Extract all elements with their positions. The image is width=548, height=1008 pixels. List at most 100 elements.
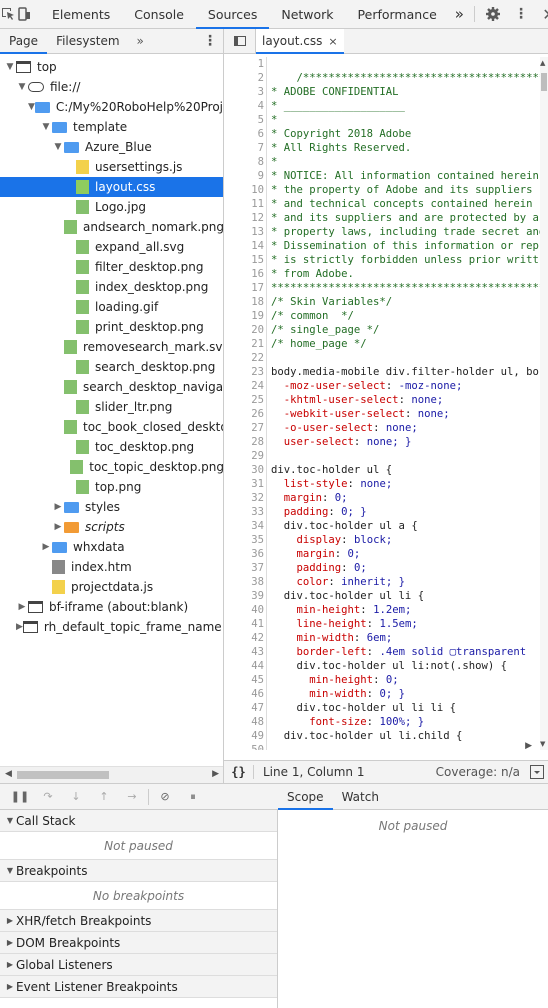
toggle-debugger-icon[interactable] <box>530 765 544 779</box>
expand-arrow-down-icon[interactable]: ▼ <box>52 142 64 152</box>
css-property: min-height <box>271 674 374 686</box>
line-number: 46 <box>251 688 264 700</box>
tree-item[interactable]: index_desktop.png <box>0 277 223 297</box>
expand-arrow-right-icon[interactable]: ▶ <box>52 522 64 532</box>
toggle-navigator-icon[interactable] <box>224 29 256 53</box>
tree-item[interactable]: toc_topic_desktop.png <box>0 457 223 477</box>
tree-item[interactable]: usersettings.js <box>0 157 223 177</box>
tree-item[interactable]: ▶ scripts <box>0 517 223 537</box>
step-into-icon[interactable]: ↓ <box>62 790 90 803</box>
tab-watch[interactable]: Watch <box>333 784 388 809</box>
tab-elements[interactable]: Elements <box>40 0 122 28</box>
tree-item[interactable]: expand_all.svg <box>0 237 223 257</box>
customize-menu-icon[interactable]: ⋮ <box>507 0 535 28</box>
tree-item[interactable]: projectdata.js <box>0 577 223 597</box>
expand-arrow-down-icon[interactable]: ▼ <box>28 102 35 112</box>
expand-arrow-icon[interactable]: ▶ <box>4 916 16 925</box>
tree-item[interactable]: ▼ C:/My%20RoboHelp%20Projec <box>0 97 223 117</box>
tree-item[interactable]: ▼ template <box>0 117 223 137</box>
expand-arrow-icon[interactable]: ▶ <box>4 938 16 947</box>
step-out-icon[interactable]: ↑ <box>90 790 118 803</box>
tree-item[interactable]: print_desktop.png <box>0 317 223 337</box>
tree-item[interactable]: ▼ Azure_Blue <box>0 137 223 157</box>
line-content: * and its suppliers and are protected by… <box>271 212 539 224</box>
device-toolbar-icon[interactable] <box>16 0 32 28</box>
tree-item[interactable]: top.png <box>0 477 223 497</box>
tree-item[interactable]: andsearch_nomark.png <box>0 217 223 237</box>
css-property: padding <box>271 506 329 518</box>
scrollbar-thumb[interactable] <box>541 73 547 91</box>
tree-item[interactable]: search_desktop_navigati <box>0 377 223 397</box>
tree-item[interactable]: ▶ styles <box>0 497 223 517</box>
settings-gear-icon[interactable] <box>479 0 507 28</box>
tab-console[interactable]: Console <box>122 0 196 28</box>
scroll-down-icon[interactable]: ▼ <box>540 740 545 748</box>
tab-scope[interactable]: Scope <box>278 784 333 810</box>
editor-vertical-scrollbar[interactable]: ▲ ▼ <box>540 57 548 750</box>
scrollbar-thumb[interactable] <box>17 771 109 779</box>
scroll-right-icon[interactable]: ▶ <box>212 769 219 779</box>
tree-item[interactable]: ▶ rh_default_topic_frame_name (Fir <box>0 617 223 637</box>
close-devtools-icon[interactable]: ✕ <box>535 0 548 28</box>
tree-item[interactable]: slider_ltr.png <box>0 397 223 417</box>
tree-item[interactable]: index.htm <box>0 557 223 577</box>
tree-item[interactable]: ▶ whxdata <box>0 537 223 557</box>
stylesheet-file-icon <box>76 180 89 194</box>
expand-arrow-down-icon[interactable]: ▼ <box>16 82 28 92</box>
expand-arrow-right-icon[interactable]: ▶ <box>40 542 52 552</box>
section-header[interactable]: ▼ Call Stack <box>0 810 277 832</box>
tree-item[interactable]: toc_book_closed_deskto <box>0 417 223 437</box>
section-header[interactable]: ▶ XHR/fetch Breakpoints <box>0 910 277 932</box>
expand-arrow-down-icon[interactable]: ▼ <box>4 62 16 72</box>
deactivate-breakpoints-icon[interactable]: ⊘ <box>151 790 179 803</box>
expand-arrow-down-icon[interactable]: ▼ <box>40 122 52 132</box>
tree-item[interactable]: removesearch_mark.svg <box>0 337 223 357</box>
expand-arrow-right-icon[interactable]: ▶ <box>16 602 28 612</box>
tab-page[interactable]: Page <box>0 29 48 54</box>
navigator-menu-icon[interactable]: ⋮ <box>203 33 217 49</box>
collapse-arrow-icon[interactable]: ▼ <box>4 816 16 825</box>
line-number: 10 <box>251 184 264 196</box>
more-tabs-button[interactable]: » <box>449 0 470 28</box>
expand-arrow-icon[interactable]: ▶ <box>4 982 16 991</box>
file-tab-layout-css[interactable]: layout.css × <box>256 29 344 54</box>
pause-on-exceptions-icon[interactable]: ⏸ <box>179 790 207 804</box>
tree-item[interactable]: toc_desktop.png <box>0 437 223 457</box>
tree-item[interactable]: layout.css <box>0 177 223 197</box>
tab-network[interactable]: Network <box>269 0 345 28</box>
inspect-element-icon[interactable] <box>0 0 16 28</box>
scope-panel: Scope Watch Not paused <box>278 783 548 1008</box>
code-area[interactable]: 12 /************************************… <box>224 57 540 750</box>
tree-item[interactable]: Logo.jpg <box>0 197 223 217</box>
tree-item[interactable]: loading.gif <box>0 297 223 317</box>
tree-item[interactable]: ▼ file:// <box>0 77 223 97</box>
tree-item[interactable]: ▶ bf-iframe (about:blank) <box>0 597 223 617</box>
collapse-arrow-icon[interactable]: ▼ <box>4 866 16 875</box>
tree-item[interactable]: search_desktop.png <box>0 357 223 377</box>
step-over-icon[interactable]: ↷ <box>34 790 62 803</box>
pause-icon[interactable]: ❚❚ <box>6 790 34 803</box>
editor-horizontal-scrollbar[interactable]: ▶ <box>224 741 540 753</box>
expand-arrow-right-icon[interactable]: ▶ <box>16 622 23 632</box>
css-property: margin <box>271 492 323 504</box>
section-header[interactable]: ▶ Global Listeners <box>0 954 277 976</box>
scroll-right-icon[interactable]: ▶ <box>525 741 532 751</box>
section-header[interactable]: ▼ Breakpoints <box>0 860 277 882</box>
navigator-more-button[interactable]: » <box>129 29 152 53</box>
scroll-up-icon[interactable]: ▲ <box>540 59 545 67</box>
tree-item[interactable]: filter_desktop.png <box>0 257 223 277</box>
tab-sources[interactable]: Sources <box>195 0 270 29</box>
tree-item[interactable]: ▼ top <box>0 57 223 77</box>
pretty-print-button[interactable]: {} <box>224 765 254 779</box>
step-icon[interactable]: → <box>118 790 146 803</box>
section-header[interactable]: ▶ DOM Breakpoints <box>0 932 277 954</box>
tab-performance[interactable]: Performance <box>346 0 449 28</box>
scroll-left-icon[interactable]: ◀ <box>5 769 12 779</box>
navigator-horizontal-scrollbar[interactable]: ◀ ▶ <box>0 766 223 783</box>
line-number: 30 <box>251 464 264 476</box>
section-header[interactable]: ▶ Event Listener Breakpoints <box>0 976 277 998</box>
expand-arrow-icon[interactable]: ▶ <box>4 960 16 969</box>
close-tab-icon[interactable]: × <box>328 35 337 48</box>
expand-arrow-right-icon[interactable]: ▶ <box>52 502 64 512</box>
tab-filesystem[interactable]: Filesystem <box>47 29 128 53</box>
